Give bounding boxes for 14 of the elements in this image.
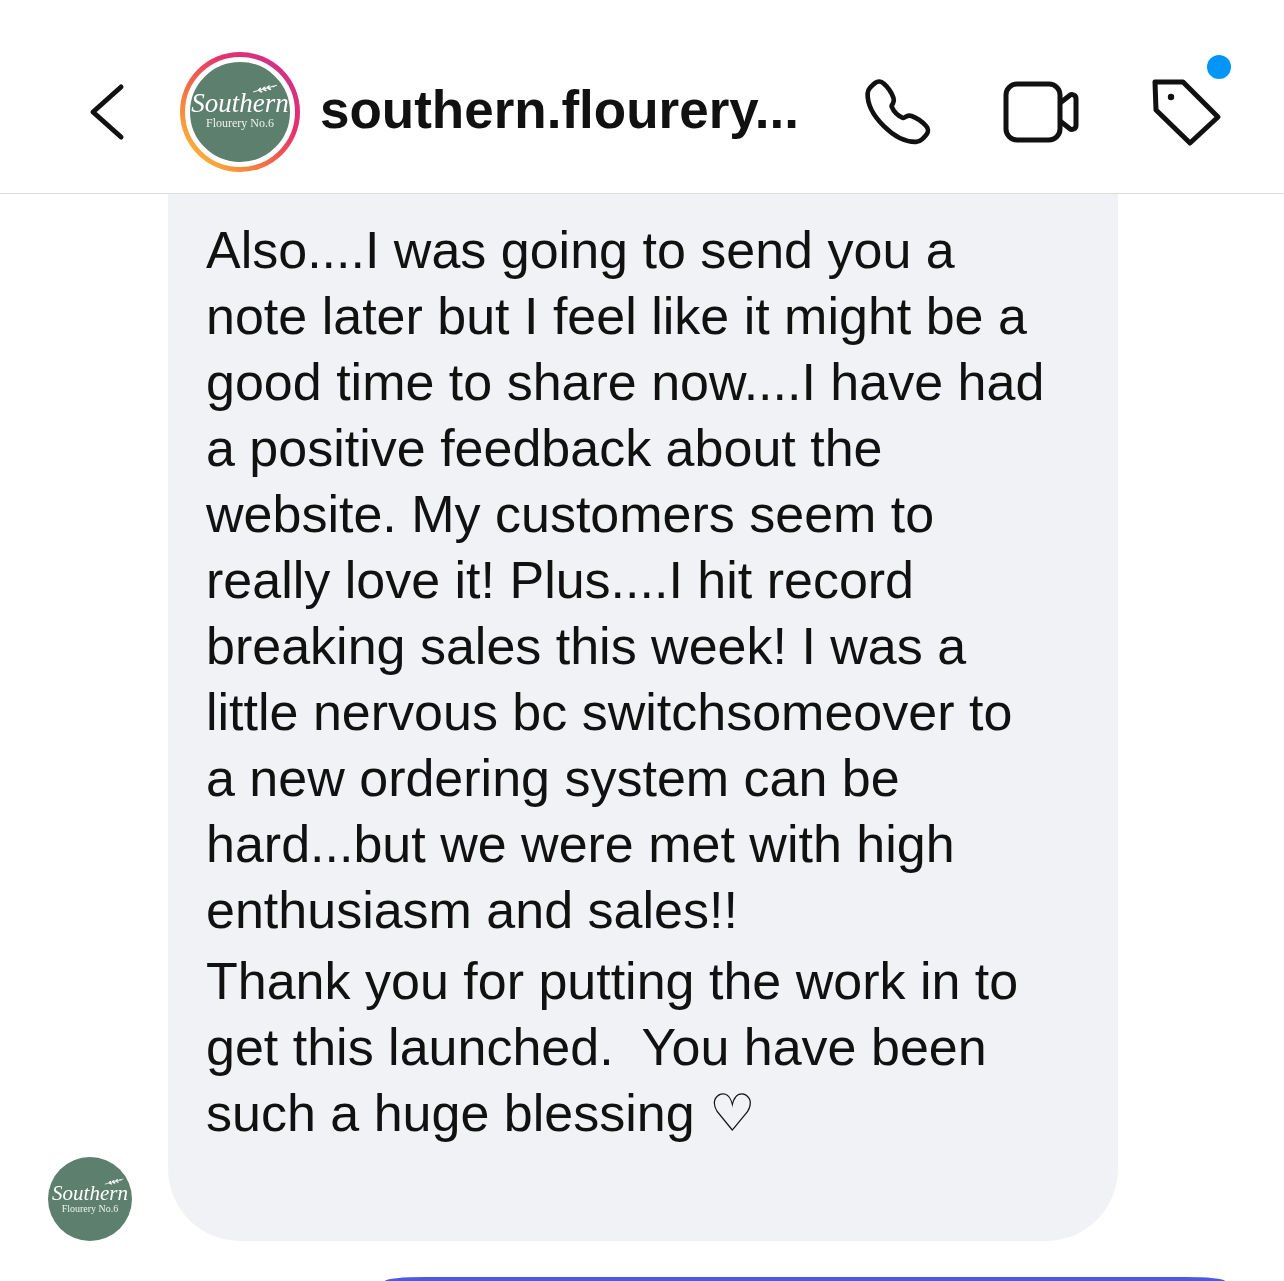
profile-avatar[interactable]: Southern Flourery No.6 bbox=[48, 1157, 132, 1241]
back-icon[interactable] bbox=[88, 82, 126, 141]
phone-icon[interactable] bbox=[864, 77, 932, 146]
username[interactable]: southern.flourery... bbox=[320, 79, 864, 144]
profile-avatar[interactable]: Southern Flourery No.6 bbox=[180, 51, 300, 172]
logo-text: Southern bbox=[52, 1183, 128, 1204]
logo-subtitle: Flourery No.6 bbox=[61, 1204, 119, 1214]
logo-subtitle: Flourery No.6 bbox=[206, 117, 274, 129]
video-camera-icon[interactable] bbox=[1003, 80, 1079, 143]
wheat-icon bbox=[252, 84, 278, 93]
logo-text: Southern bbox=[191, 90, 289, 117]
wheat-icon bbox=[104, 1178, 124, 1185]
message-text: Also....I was going to send you a note later but I feel like it might be a good time to share now....I have had a positive feedback about the website. My customers seem to really love it! Plus....I hit record breaking sales this week! I was a little nervous bc switchsomeover to a new ordering system can be hard...but we were met with high enthusiasm and sales!! bbox=[206, 220, 1046, 941]
message-text: Thank you for putting the work in to get this launched. You have been such a huge blessing ♡ bbox=[206, 951, 1020, 1144]
